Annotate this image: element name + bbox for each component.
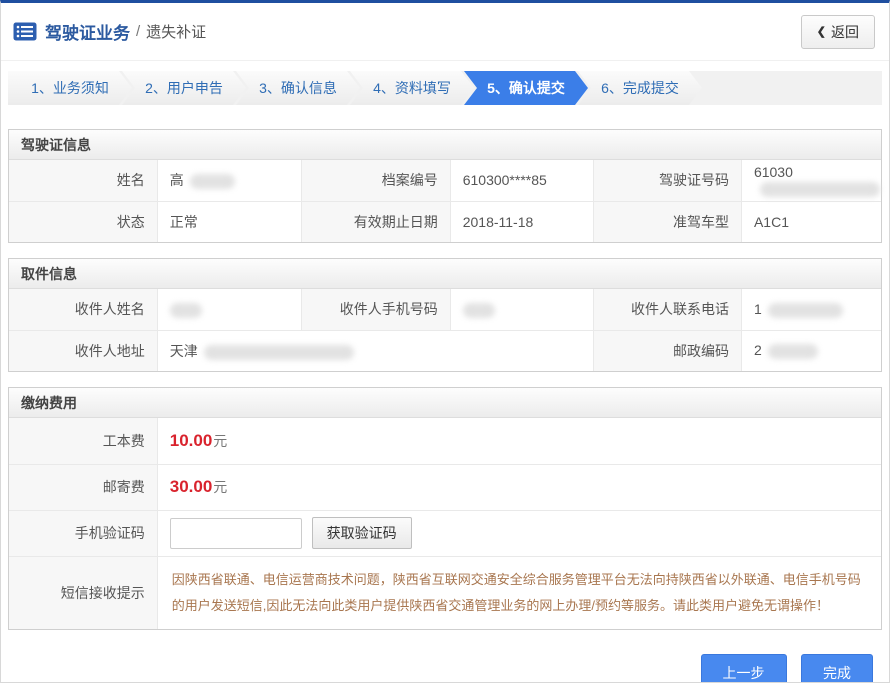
step-3-confirm-info: 3、确认信息 [236,71,360,105]
recipient-mobile-label: 收件人手机号码 [302,289,450,330]
license-no-label: 驾驶证号码 [593,160,741,201]
section-license-info: 驾驶证信息 姓名 高 档案编号 610300****85 驾驶证号码 61030 [8,129,882,243]
file-no-value: 610300****85 [450,160,593,201]
sms-notice-cell: 因陕西省联通、电信运营商技术问题，陕西省互联网交通安全综合服务管理平台无法向持陕… [157,556,881,629]
mailing-fee-value: 30.00元 [157,464,881,510]
table-row: 收件人姓名 收件人手机号码 收件人联系电话 1 [9,289,881,330]
table-row: 工本费 10.00元 [9,418,881,464]
recipient-phone-label: 收件人联系电话 [593,289,741,330]
page-container: 驾驶证业务 / 遗失补证 ❮ 返回 1、业务须知 2、用户申告 3、确认信息 4… [0,0,890,683]
table-row: 手机验证码 获取验证码 [9,510,881,556]
redacted-blur [760,182,880,197]
table-row: 短信接收提示 因陕西省联通、电信运营商技术问题，陕西省互联网交通安全综合服务管理… [9,556,881,629]
breadcrumb-current: 遗失补证 [146,21,206,42]
list-icon [13,22,37,41]
step-1-business-notice: 1、业务须知 [8,71,132,105]
pickup-info-table: 收件人姓名 收件人手机号码 收件人联系电话 1 收件人地址 天津 邮政编码 [9,289,881,371]
name-value: 高 [157,160,302,201]
production-fee-unit: 元 [213,433,227,449]
recipient-name-label: 收件人姓名 [9,289,157,330]
previous-step-button[interactable]: 上一步 [701,654,787,684]
status-label: 状态 [9,201,157,242]
valid-until-value: 2018-11-18 [450,201,593,242]
sms-code-label: 手机验证码 [9,510,157,556]
redacted-blur [204,345,354,360]
recipient-name-value [157,289,302,330]
page-title: 驾驶证业务 [45,19,130,44]
redacted-blur [768,303,843,318]
status-value: 正常 [157,201,302,242]
valid-until-label: 有效期止日期 [302,201,450,242]
table-row: 姓名 高 档案编号 610300****85 驾驶证号码 61030 [9,160,881,201]
recipient-address-label: 收件人地址 [9,330,157,371]
vehicle-class-value: A1C1 [741,201,881,242]
back-button[interactable]: ❮ 返回 [801,15,875,49]
fees-table: 工本费 10.00元 邮寄费 30.00元 手机验证码 获取验证码 短信接收提 [9,418,881,629]
section-fees: 缴纳费用 工本费 10.00元 邮寄费 30.00元 手机验证码 [8,387,882,630]
production-fee-value: 10.00元 [157,418,881,464]
step-5-confirm-submit: 5、确认提交 [464,71,588,105]
header: 驾驶证业务 / 遗失补证 ❮ 返回 [1,3,889,61]
redacted-blur [768,344,818,359]
redacted-blur [170,303,202,318]
name-label: 姓名 [9,160,157,201]
vehicle-class-label: 准驾车型 [593,201,741,242]
recipient-phone-value: 1 [741,289,881,330]
step-progress-bar: 1、业务须知 2、用户申告 3、确认信息 4、资料填写 5、确认提交 6、完成提… [8,71,882,105]
back-button-label: 返回 [831,22,859,42]
mailing-fee-unit: 元 [213,479,227,495]
postal-code-value: 2 [741,330,881,371]
step-2-user-declaration: 2、用户申告 [122,71,246,105]
table-row: 收件人地址 天津 邮政编码 2 [9,330,881,371]
chevron-left-icon: ❮ [817,25,826,38]
redacted-blur [463,303,495,318]
section-pickup-title: 取件信息 [9,259,881,289]
production-fee-label: 工本费 [9,418,157,464]
table-row: 状态 正常 有效期止日期 2018-11-18 准驾车型 A1C1 [9,201,881,242]
sms-code-cell: 获取验证码 [157,510,881,556]
license-info-table: 姓名 高 档案编号 610300****85 驾驶证号码 61030 状态 正常… [9,160,881,242]
recipient-address-value: 天津 [157,330,593,371]
get-sms-code-button[interactable]: 获取验证码 [312,517,412,549]
breadcrumb-separator: / [136,23,140,40]
postal-code-label: 邮政编码 [593,330,741,371]
step-4-fill-data: 4、资料填写 [350,71,474,105]
table-row: 邮寄费 30.00元 [9,464,881,510]
mailing-fee-label: 邮寄费 [9,464,157,510]
step-6-complete-submit: 6、完成提交 [578,71,702,105]
production-fee-amount: 10.00 [170,431,213,450]
footer-actions: 上一步 完成 [1,654,873,684]
section-license-title: 驾驶证信息 [9,130,881,160]
file-no-label: 档案编号 [302,160,450,201]
sms-notice-text: 因陕西省联通、电信运营商技术问题，陕西省互联网交通安全综合服务管理平台无法向持陕… [172,567,867,619]
sms-notice-label: 短信接收提示 [9,556,157,629]
section-pickup-info: 取件信息 收件人姓名 收件人手机号码 收件人联系电话 1 [8,258,882,372]
sms-code-input[interactable] [170,518,302,549]
recipient-mobile-value [450,289,593,330]
mailing-fee-amount: 30.00 [170,477,213,496]
license-no-value: 61030 [741,160,881,201]
section-fees-title: 缴纳费用 [9,388,881,418]
finish-button[interactable]: 完成 [801,654,873,684]
redacted-blur [190,174,235,189]
